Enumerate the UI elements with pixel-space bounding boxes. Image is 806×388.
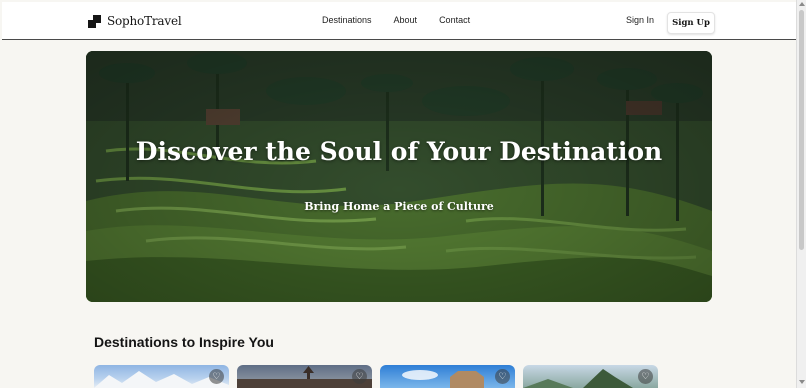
scroll-thumb[interactable] bbox=[799, 10, 804, 250]
main-nav: Destinations About Contact bbox=[322, 15, 492, 25]
sign-in-link[interactable]: Sign In bbox=[626, 15, 654, 25]
destination-card[interactable]: ♡ bbox=[380, 365, 515, 388]
favorite-heart-icon[interactable]: ♡ bbox=[638, 369, 653, 384]
nav-link-contact[interactable]: Contact bbox=[439, 15, 470, 25]
favorite-heart-icon[interactable]: ♡ bbox=[209, 369, 224, 384]
favorite-heart-icon[interactable]: ♡ bbox=[352, 369, 367, 384]
hero-title: Discover the Soul of Your Destination bbox=[135, 137, 663, 166]
destination-card[interactable]: ♡ bbox=[237, 365, 372, 388]
hero-overlay bbox=[86, 51, 712, 302]
scroll-up-arrow-icon[interactable] bbox=[799, 2, 805, 6]
brand-name: SophoTravel bbox=[107, 14, 182, 28]
sign-up-button[interactable]: Sign Up bbox=[667, 12, 715, 34]
hero-banner: Discover the Soul of Your Destination Br… bbox=[86, 51, 712, 302]
scroll-down-arrow-icon[interactable] bbox=[799, 380, 805, 384]
nav-link-destinations[interactable]: Destinations bbox=[322, 15, 372, 25]
favorite-heart-icon[interactable]: ♡ bbox=[495, 369, 510, 384]
nav-link-about[interactable]: About bbox=[394, 15, 418, 25]
hero-subtitle: Bring Home a Piece of Culture bbox=[304, 200, 494, 213]
page-scrollbar[interactable] bbox=[796, 0, 806, 388]
logo-icon bbox=[88, 14, 101, 28]
destination-card[interactable]: ♡ bbox=[523, 365, 658, 388]
top-navbar: SophoTravel Destinations About Contact S… bbox=[2, 2, 796, 40]
destinations-heading: Destinations to Inspire You bbox=[94, 334, 274, 350]
brand-logo[interactable]: SophoTravel bbox=[88, 14, 182, 28]
destination-card[interactable]: ♡ bbox=[94, 365, 229, 388]
